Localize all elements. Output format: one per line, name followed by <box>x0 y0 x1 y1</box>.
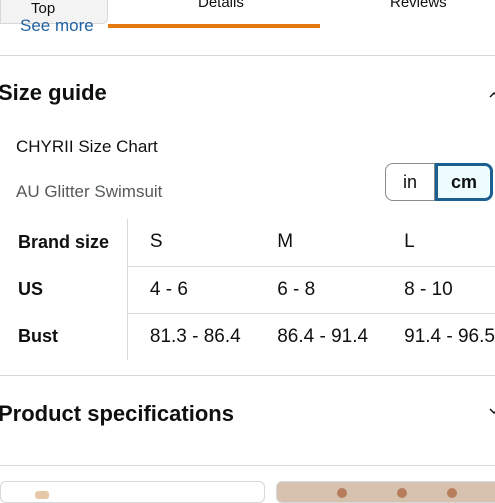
tab-details-label: Details <box>198 0 244 11</box>
tab-reviews[interactable]: Reviews <box>360 0 495 18</box>
table-row: Brand size S M L <box>0 219 495 267</box>
product-thumbnail[interactable] <box>276 481 495 503</box>
row-header: Bust <box>0 313 128 360</box>
table-cell: 6 - 8 <box>255 266 383 314</box>
product-specifications-title[interactable]: Product specifications <box>0 401 234 427</box>
tab-top-label: Top <box>31 0 56 17</box>
product-thumbnail[interactable] <box>0 481 265 503</box>
thumbnail-image <box>35 491 49 499</box>
product-name: AU Glitter Swimsuit <box>16 182 163 201</box>
divider <box>0 55 495 56</box>
size-guide-title[interactable]: Size guide <box>0 80 107 106</box>
divider <box>0 465 495 466</box>
thumbnail-image <box>447 488 457 498</box>
unit-toggle: in cm <box>385 163 493 203</box>
table-row: US 4 - 6 6 - 8 8 - 10 <box>0 266 495 314</box>
table-cell: 4 - 6 <box>127 266 256 314</box>
thumbnail-image <box>397 488 407 498</box>
see-more-link[interactable]: See more <box>20 16 94 36</box>
table-cell: 86.4 - 91.4 <box>277 325 369 347</box>
chevron-up-icon[interactable] <box>489 90 495 100</box>
row-header: Brand size <box>0 219 128 266</box>
thumbnail-image <box>337 488 347 498</box>
table-row: Bust 81.3 - 86.4 86.4 - 91.4 91.4 - 96.5 <box>0 313 495 360</box>
tab-details[interactable]: Details <box>108 0 320 28</box>
size-table: Brand size S M L US 4 - 6 6 - 8 8 - 10 B… <box>0 219 495 360</box>
size-chart-name: CHYRII Size Chart <box>16 137 158 156</box>
unit-cm-button[interactable]: cm <box>435 163 493 201</box>
table-cell: 8 - 10 <box>382 266 495 314</box>
row-header: US <box>0 266 128 313</box>
table-cell: M <box>255 219 383 267</box>
unit-in-button[interactable]: in <box>385 163 435 201</box>
tab-reviews-label: Reviews <box>390 0 447 11</box>
table-cell: 81.3 - 86.4 <box>149 325 241 347</box>
divider <box>0 375 495 376</box>
active-tab-indicator <box>108 24 320 28</box>
table-cell: L <box>382 219 495 267</box>
table-cell: 91.4 - 96.5 <box>404 325 495 347</box>
chevron-down-icon[interactable] <box>489 406 495 416</box>
table-cell: S <box>127 219 256 267</box>
